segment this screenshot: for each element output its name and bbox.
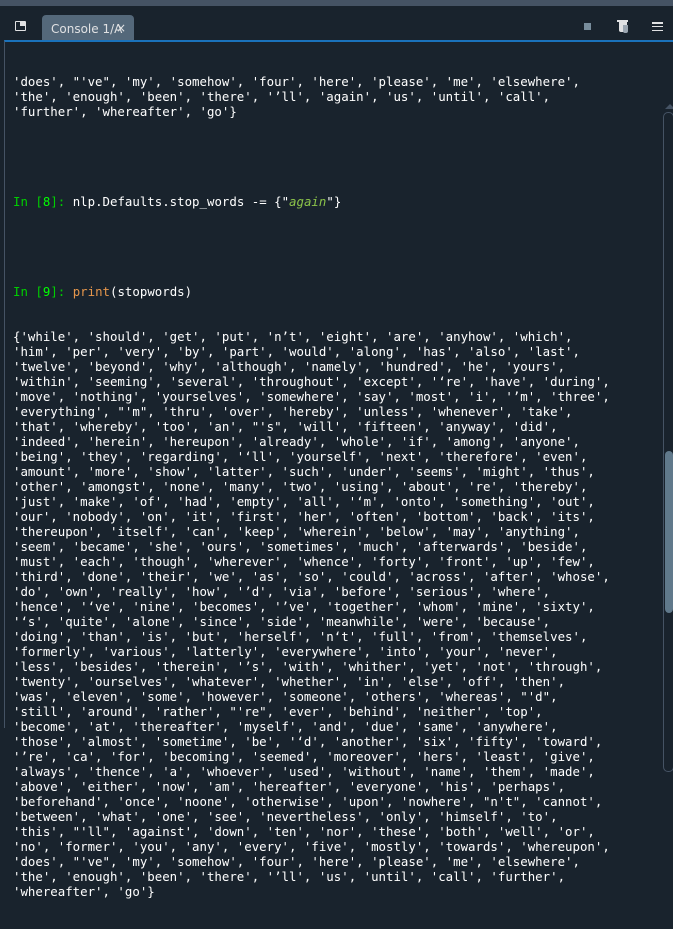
output-line: 'formerly', 'various', 'latterly', 'ever… — [13, 644, 558, 659]
output-line: 'above', 'either', 'now', 'am', 'hereaft… — [13, 779, 566, 794]
output-line: 'still', 'around', 'rather', "'re", 'eve… — [13, 704, 543, 719]
output-line: 'beforehand', 'once', 'noone', 'otherwis… — [13, 794, 603, 809]
output-line: 'that', 'whereby', 'too', 'an', "'s", 'w… — [13, 419, 558, 434]
scroll-track[interactable] — [663, 112, 673, 772]
menu-icon[interactable] — [652, 22, 663, 32]
output-line: 'less', 'besides', 'therein', '’s', 'wit… — [13, 659, 603, 674]
output-line: 'must', 'each', 'though', 'wherever', 'w… — [13, 554, 595, 569]
close-icon[interactable]: × — [116, 21, 126, 35]
output-line: '’re', 'ca', 'for', 'becoming', 'seemed'… — [13, 749, 595, 764]
output-line: 'does', "'ve", 'my', 'somehow', 'four', … — [13, 854, 580, 869]
prompt-close: ]: — [50, 194, 73, 209]
output-line: 'this', "'ll", 'against', 'down', 'ten',… — [13, 824, 595, 839]
window-toggle-icon[interactable] — [15, 21, 26, 31]
output-line: 'just', 'make', 'of', 'had', 'empty', 'a… — [13, 494, 595, 509]
code-text: nlp.Defaults.stop_words -= {" — [72, 194, 290, 209]
console-panel[interactable]: 'does', "'ve", 'my', 'somehow', 'four', … — [4, 40, 673, 899]
output-line: 'other', 'amongst', 'none', 'many', 'two… — [13, 479, 588, 494]
output-line: 'third', 'done', 'their', 'we', 'as', 's… — [13, 569, 610, 584]
output-line: 'everything', "'m", 'thru', 'over', 'her… — [13, 404, 573, 419]
code-text: "} — [326, 194, 342, 209]
output-line: 'twelve', 'beyond', 'why', 'although', '… — [13, 359, 566, 374]
code-builtin: print — [72, 284, 111, 299]
output-line: 'our', 'nobody', 'on', 'it', 'first', 'h… — [13, 509, 595, 524]
output-line: 'was', 'eleven', 'some', 'however', 'som… — [13, 689, 558, 704]
input-cell-8: In [8]: nlp.Defaults.stop_words -= {"aga… — [13, 194, 653, 209]
console-tab-bar: Console 1/A × — [0, 6, 673, 46]
output-line: 'become', 'at', 'thereafter', 'myself', … — [13, 719, 558, 734]
console-output[interactable]: 'does', "'ve", 'my', 'somehow', 'four', … — [13, 44, 653, 929]
prompt-label: In [ — [13, 194, 43, 209]
output-line: 'thereupon', 'itself', 'can', 'keep', 'w… — [13, 524, 580, 539]
output-line: 'the', 'enough', 'been', 'there', '’ll',… — [13, 89, 551, 104]
output-line: 'do', 'own', 'really', 'how', '’d', 'via… — [13, 584, 551, 599]
output-line: {'while', 'should', 'get', 'put', 'n’t',… — [13, 329, 573, 344]
output-line: 'between', 'what', 'one', 'see', 'nevert… — [13, 809, 558, 824]
code-text: (stopwords) — [110, 284, 193, 299]
output-line: 'seem', 'became', 'she', 'ours', 'someti… — [13, 539, 588, 554]
cell-9-output: {'while', 'should', 'get', 'put', 'n’t',… — [13, 329, 653, 899]
output-line: 'the', 'enough', 'been', 'there', '’ll',… — [13, 869, 566, 884]
output-line: 'doing', 'than', 'is', 'but', 'herself',… — [13, 629, 588, 644]
previous-output: 'does', "'ve", 'my', 'somehow', 'four', … — [13, 74, 653, 119]
output-line: 'amount', 'more', 'show', 'latter', 'suc… — [13, 464, 595, 479]
stop-icon[interactable] — [584, 23, 591, 30]
output-line: '‘s', 'quite', 'alone', 'since', 'side',… — [13, 614, 551, 629]
output-line: 'being', 'they', 'regarding', '‘ll', 'yo… — [13, 449, 588, 464]
output-line: 'him', 'per', 'very', 'by', 'part', 'wou… — [13, 344, 580, 359]
scroll-thumb[interactable] — [665, 451, 673, 613]
vertical-scrollbar[interactable] — [662, 102, 673, 772]
output-line: 'always', 'thence', 'a', 'whoever', 'use… — [13, 764, 595, 779]
output-line: 'twenty', 'ourselves', 'whatever', 'whet… — [13, 674, 566, 689]
tab-label: Console 1/A — [51, 22, 123, 36]
scroll-up-arrow-icon[interactable] — [665, 104, 673, 109]
output-line: 'within', 'seeming', 'several', 'through… — [13, 374, 610, 389]
trash-icon[interactable] — [617, 20, 628, 33]
output-line: 'hence', '‘ve', 'nine', 'becomes', '’ve'… — [13, 599, 595, 614]
output-line: 'further', 'whereafter', 'go'} — [13, 104, 237, 119]
prompt-label: In [ — [13, 284, 43, 299]
output-line: 'indeed', 'herein', 'hereupon', 'already… — [13, 434, 580, 449]
output-line: 'move', 'nothing', 'yourselves', 'somewh… — [13, 389, 610, 404]
code-string: again — [289, 194, 327, 209]
prompt-close: ]: — [50, 284, 73, 299]
output-line: 'those', 'almost', 'sometime', 'be', '‘d… — [13, 734, 603, 749]
input-cell-9: In [9]: print(stopwords) — [13, 284, 653, 299]
output-line: 'whereafter', 'go'} — [13, 884, 155, 899]
output-line: 'no', 'former', 'you', 'any', 'every', '… — [13, 839, 610, 854]
output-line: 'does', "'ve", 'my', 'somehow', 'four', … — [13, 74, 580, 89]
